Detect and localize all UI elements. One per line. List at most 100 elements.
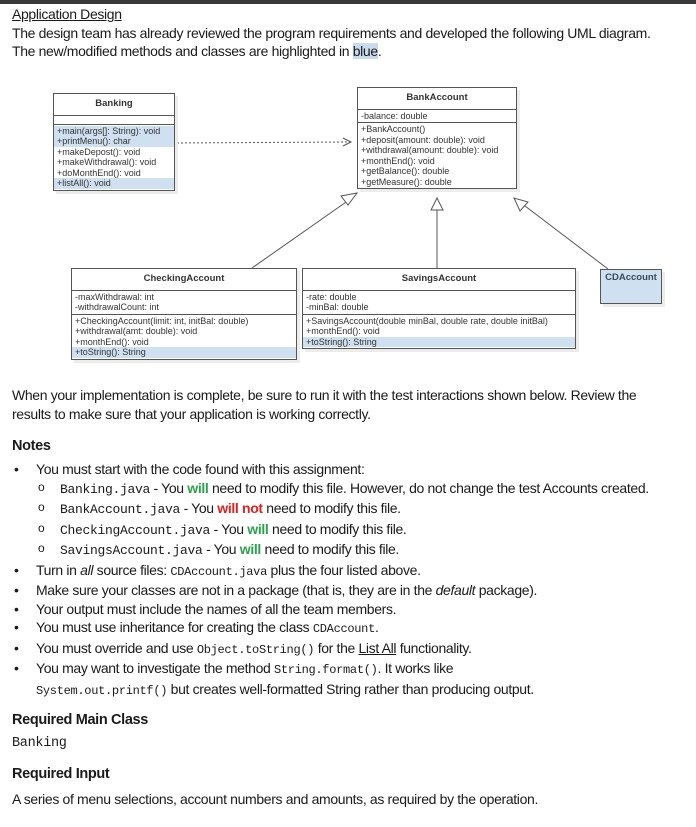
modify-flag: will [247, 520, 269, 537]
text: need to modify this file. [268, 520, 407, 537]
class-checking-account[interactable]: CheckingAccount -maxWithdrawal: int -wit… [71, 268, 297, 360]
text: all [80, 561, 94, 578]
text: You must use inheritance for creating th… [36, 619, 313, 635]
file-name: Banking.java [60, 481, 151, 497]
checking-inheritance-arrow [340, 192, 359, 206]
method: +deposit(amount: double): void [361, 134, 485, 145]
attribute: -minBal: double [306, 302, 369, 312]
intro-highlight: blue [352, 43, 378, 59]
class-name: BankAccount [358, 88, 516, 110]
class-banking[interactable]: Banking +main(args[]: String): void +pri… [53, 93, 175, 191]
class-name: CDAccount [605, 272, 657, 283]
code: Object.toString() [196, 642, 315, 657]
code: CDAccount [312, 622, 375, 636]
file-name: CheckingAccount.java [60, 522, 211, 538]
attribute: -maxWithdrawal: int [75, 291, 155, 302]
code: System.out.printf() [36, 683, 168, 698]
method: +withdrawal(amount: double): void [361, 145, 499, 155]
method: +SavingsAccount(double minBal, double ra… [306, 315, 548, 326]
text: Turn in [36, 561, 81, 578]
attribute: -balance: double [361, 110, 428, 121]
class-methods: +main(args[]: String): void +printMenu()… [54, 125, 174, 190]
method: +monthEnd(): void [306, 326, 380, 336]
class-attributes [54, 116, 174, 125]
code: String.format() [274, 663, 378, 677]
method: +makeDepost(): void [57, 146, 141, 157]
note-item: Make sure your classes are not in a pack… [12, 581, 672, 600]
code: CDAccount.java [170, 564, 267, 579]
method: +monthEnd(): void [75, 336, 149, 347]
class-name: Banking [54, 94, 174, 116]
notes-heading: Notes [12, 438, 51, 454]
text: - You [210, 520, 248, 537]
intro-text: The design team has already reviewed the… [12, 25, 651, 59]
list-all-link[interactable]: List All [358, 640, 396, 656]
method: +withdrawal(amt: double): void [75, 326, 198, 336]
cd-inheritance-arrow [513, 197, 529, 212]
method: +main(args[]: String): void [54, 125, 174, 136]
note-item: You must start with the code found with … [12, 460, 672, 561]
class-bank-account[interactable]: BankAccount -balance: double +BankAccoun… [357, 87, 517, 189]
method: +getBalance(): double [361, 166, 450, 176]
note-item: You may want to investigate the method S… [12, 659, 672, 700]
class-name: CheckingAccount [72, 269, 296, 291]
class-attributes: -balance: double [358, 110, 516, 123]
text: - You [180, 500, 218, 516]
method: +makeWithdrawal(): void [57, 157, 157, 167]
notes-list: You must start with the code found with … [12, 460, 672, 700]
text: Your output must include the names of al… [36, 600, 397, 617]
method: +toString(): String [303, 336, 575, 347]
method: +getMeasure(): double [361, 176, 452, 187]
intro-text-end: . [377, 43, 382, 59]
intro-paragraph: The design team has already reviewed the… [12, 24, 652, 60]
required-input-value: A series of menu selections, account num… [12, 791, 538, 807]
note-item: Turn in all source files: CDAccount.java… [12, 561, 672, 582]
required-main-heading: Required Main Class [12, 712, 148, 728]
text: plus the four listed above. [266, 561, 421, 578]
text: need to modify this file. However, do no… [208, 479, 649, 496]
dependency-line [172, 141, 351, 144]
checking-inheritance-line [251, 199, 350, 269]
text: You must override and use [36, 639, 197, 656]
file-name: SavingsAccount.java [60, 543, 203, 558]
modify-flag: will [239, 541, 262, 557]
class-name: SavingsAccount [303, 269, 575, 291]
file-item: BankAccount.java - You will not need to … [36, 498, 672, 520]
class-methods: +SavingsAccount(double minBal, double ra… [303, 315, 575, 349]
text: - You [202, 541, 240, 557]
method: +monthEnd(): void [361, 155, 435, 166]
method: +BankAccount() [361, 124, 426, 134]
text: source files: [93, 561, 171, 578]
text: need to modify this file. [262, 500, 401, 516]
required-main-value: Banking [12, 736, 67, 751]
class-savings-account[interactable]: SavingsAccount -rate: double -minBal: do… [302, 268, 576, 349]
file-name: BankAccount.java [60, 502, 181, 517]
text: for the [314, 639, 359, 656]
note-text: You must start with the code found with … [36, 461, 365, 477]
class-methods: +BankAccount() +deposit(amount: double):… [358, 123, 516, 188]
class-attributes: -maxWithdrawal: int -withdrawalCount: in… [72, 291, 296, 315]
dependency-arrowhead [342, 137, 353, 147]
text: - You [150, 479, 188, 496]
attribute: -rate: double [306, 291, 357, 302]
modify-flag: will not [217, 500, 263, 516]
text: default [435, 582, 476, 598]
text: You may want to investigate the method [36, 660, 274, 676]
text: need to modify this file. [260, 541, 400, 557]
text: but creates well-formatted String rather… [167, 680, 535, 697]
file-item: CheckingAccount.java - You will need to … [36, 519, 672, 541]
method: +toString(): String [72, 347, 296, 358]
note-item: Your output must include the names of al… [12, 600, 672, 619]
note-item: You must override and use Object.toStrin… [12, 639, 672, 660]
method: +printMenu(): char [54, 136, 174, 147]
section-heading: Application Design [12, 5, 122, 23]
text: Make sure your classes are not in a pack… [36, 582, 436, 598]
text: functionality. [396, 639, 472, 656]
class-attributes: -rate: double -minBal: double [303, 291, 575, 315]
heading-text: Application Design [12, 6, 122, 22]
file-item: SavingsAccount.java - You will need to m… [36, 539, 672, 561]
modify-flag: will [187, 479, 209, 496]
text: . [374, 619, 379, 635]
attribute: -withdrawalCount: int [75, 302, 160, 312]
class-cd-account[interactable]: CDAccount [600, 269, 662, 304]
